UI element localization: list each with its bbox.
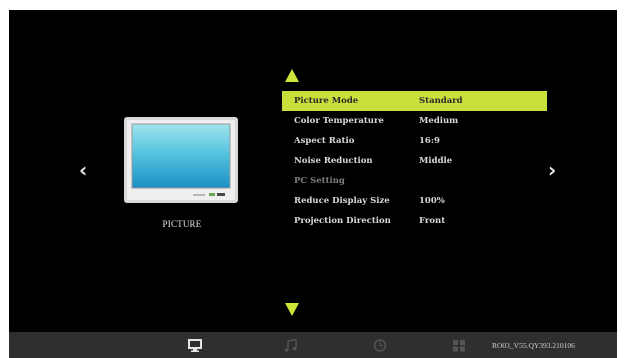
menu-item-label: Color Temperature [294,116,384,126]
menu-item-projection-direction[interactable]: Projection Direction Front [282,211,547,231]
menu-item-label: PC Setting [294,176,345,186]
menu-item-value: Front [419,216,446,226]
monitor-icon[interactable] [188,339,202,352]
menu-item-value: Medium [419,116,459,126]
tv-monitor-icon [124,117,238,203]
menu-item-noise-reduction[interactable]: Noise Reduction Middle [282,151,547,171]
scroll-down-arrow-icon[interactable] [285,303,299,316]
menu-item-aspect-ratio[interactable]: Aspect Ratio 16:9 [282,131,547,151]
menu-item-label: Aspect Ratio [294,136,355,146]
clock-icon[interactable] [373,339,387,352]
menu-item-label: Projection Direction [294,216,391,226]
apps-grid-icon[interactable] [452,339,466,352]
bottom-bar: RO03_V55.QY393.210106 [9,332,617,358]
menu-item-label: Picture Mode [294,96,359,106]
scroll-up-arrow-icon[interactable] [285,69,299,82]
menu-item-value: Standard [419,96,463,106]
nav-left-arrow[interactable]: ‹ [79,160,87,180]
menu-item-pc-setting[interactable]: PC Setting [282,171,547,191]
screen: PICTURE ‹ › Picture Mode Standard Color … [9,10,617,332]
menu-item-label: Reduce Display Size [294,196,390,206]
menu-item-value: Middle [419,156,453,166]
menu-item-label: Noise Reduction [294,156,373,166]
menu-item-reduce-display-size[interactable]: Reduce Display Size 100% [282,191,547,211]
menu-item-color-temperature[interactable]: Color Temperature Medium [282,111,547,131]
picture-settings-menu: Picture Mode Standard Color Temperature … [282,91,547,231]
music-note-icon[interactable] [284,339,298,352]
menu-item-value: 100% [419,196,445,206]
firmware-version: RO03_V55.QY393.210106 [492,341,575,350]
nav-right-arrow[interactable]: › [548,160,556,180]
picture-label: PICTURE [162,219,202,229]
menu-item-value: 16:9 [419,136,440,146]
menu-item-picture-mode[interactable]: Picture Mode Standard [282,91,547,111]
